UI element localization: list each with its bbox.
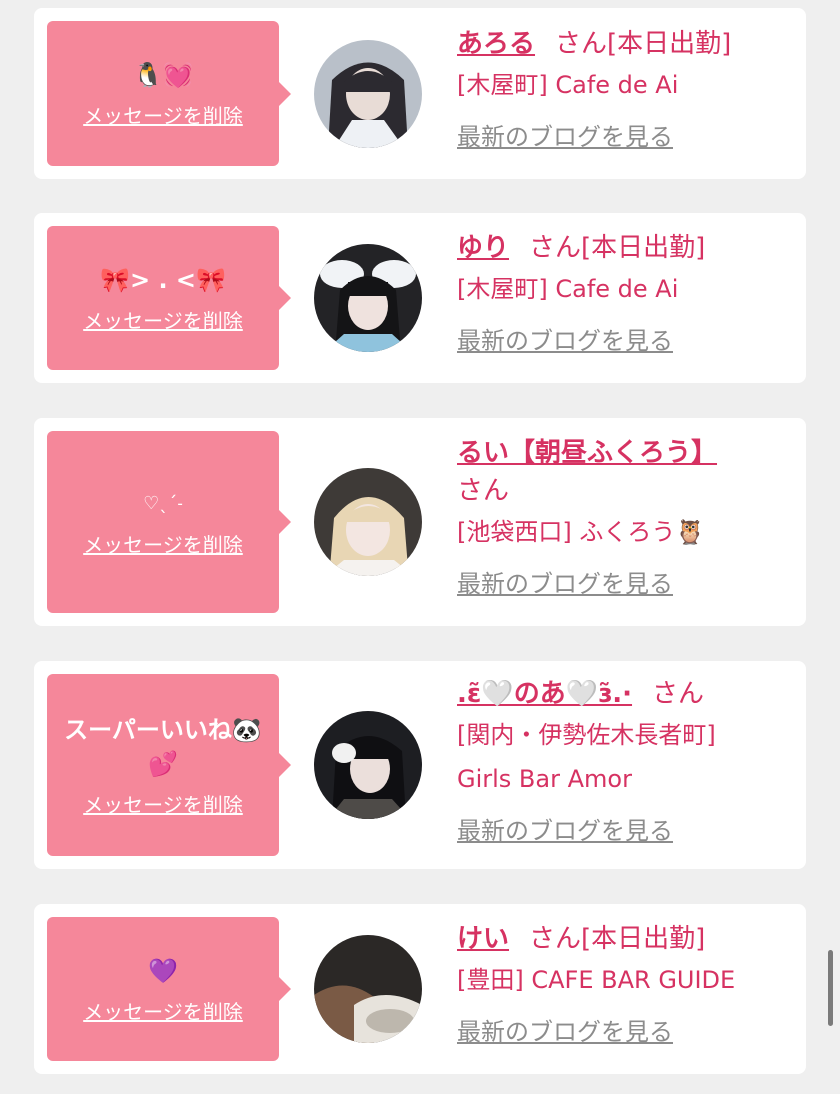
shop-info: [池袋西口] ふくろう🦉 <box>457 518 706 546</box>
delete-message-link[interactable]: メッセージを削除 <box>83 100 243 129</box>
latest-blog-link[interactable]: 最新のブログを見る <box>457 811 673 846</box>
avatar[interactable] <box>314 468 422 576</box>
message-bubble: 🎀> . <🎀 メッセージを削除 <box>47 226 291 370</box>
delete-message-link[interactable]: メッセージを削除 <box>83 996 243 1025</box>
delete-message-link[interactable]: メッセージを削除 <box>83 305 243 334</box>
cast-info: あろる さん[本日出勤] [木屋町] Cafe de Ai 最新のブログを見る <box>457 25 792 152</box>
delete-message-link[interactable]: メッセージを削除 <box>83 789 243 818</box>
message-text: 💜 <box>148 956 178 985</box>
message-text: ♡ˎˊ˗ <box>143 492 183 514</box>
cast-info: るい【朝昼ふくろう】 さん [池袋西口] ふくろう🦉 最新のブログを見る <box>457 434 792 599</box>
delete-message-link[interactable]: メッセージを削除 <box>83 529 243 558</box>
cast-name-link[interactable]: けい <box>457 924 509 954</box>
avatar[interactable] <box>314 244 422 352</box>
message-card: 💜 メッセージを削除 けい さん[本日出勤] [豊田] CAFE BAR GUID… <box>34 904 806 1074</box>
cast-name-link[interactable]: あろる <box>457 29 535 59</box>
avatar[interactable] <box>314 40 422 148</box>
work-status: [本日出勤] <box>581 233 706 263</box>
message-card: スーパーいいね🐼💕 メッセージを削除 .ɛ̃🤍のあ🤍ɜ̃.· さん [関内・伊勢佐… <box>34 661 806 869</box>
message-text: 🐧💓 <box>133 61 193 89</box>
cast-info: ゆり さん[本日出勤] [木屋町] Cafe de Ai 最新のブログを見る <box>457 229 792 356</box>
cast-info: .ɛ̃🤍のあ🤍ɜ̃.· さん [関内・伊勢佐木長者町] Girls Bar Amo… <box>457 675 792 846</box>
cast-name-link[interactable]: .ɛ̃🤍のあ🤍ɜ̃.· <box>457 679 632 709</box>
latest-blog-link[interactable]: 最新のブログを見る <box>457 117 673 152</box>
work-status: [本日出勤] <box>581 924 706 954</box>
shop-info: [木屋町] Cafe de Ai <box>457 71 679 99</box>
latest-blog-link[interactable]: 最新のブログを見る <box>457 321 673 356</box>
shop-info: [木屋町] Cafe de Ai <box>457 275 679 303</box>
cast-info: けい さん[本日出勤] [豊田] CAFE BAR GUIDE 最新のブログを見る <box>457 920 792 1047</box>
honorific: さん <box>529 233 582 263</box>
scrollbar[interactable] <box>828 950 833 1026</box>
message-bubble: 💜 メッセージを削除 <box>47 917 291 1061</box>
work-status: [本日出勤] <box>607 29 732 59</box>
shop-info: [豊田] CAFE BAR GUIDE <box>457 966 736 994</box>
honorific: さん <box>457 476 510 506</box>
latest-blog-link[interactable]: 最新のブログを見る <box>457 564 673 599</box>
shop-info: [関内・伊勢佐木長者町] Girls Bar Amor <box>457 721 716 793</box>
message-card: 🐧💓 メッセージを削除 あろる さん[本日出勤] [木屋町] Cafe de Ai… <box>34 8 806 179</box>
latest-blog-link[interactable]: 最新のブログを見る <box>457 1012 673 1047</box>
message-text: スーパーいいね🐼💕 <box>64 715 262 778</box>
message-card: 🎀> . <🎀 メッセージを削除 ゆり さん[本日出勤] [木屋町] Cafe d… <box>34 213 806 383</box>
honorific: さん <box>555 29 608 59</box>
message-bubble: ♡ˎˊ˗ メッセージを削除 <box>47 431 291 613</box>
cast-name-link[interactable]: ゆり <box>457 233 509 263</box>
cast-name-link[interactable]: るい【朝昼ふくろう】 <box>457 438 717 468</box>
honorific: さん <box>652 679 705 709</box>
message-bubble: スーパーいいね🐼💕 メッセージを削除 <box>47 674 291 856</box>
message-card: ♡ˎˊ˗ メッセージを削除 るい【朝昼ふくろう】 さん [池袋西口] ふくろう🦉… <box>34 418 806 626</box>
message-text: 🎀> . <🎀 <box>100 265 226 294</box>
avatar[interactable] <box>314 935 422 1043</box>
honorific: さん <box>529 924 582 954</box>
message-bubble: 🐧💓 メッセージを削除 <box>47 21 291 166</box>
avatar[interactable] <box>314 711 422 819</box>
